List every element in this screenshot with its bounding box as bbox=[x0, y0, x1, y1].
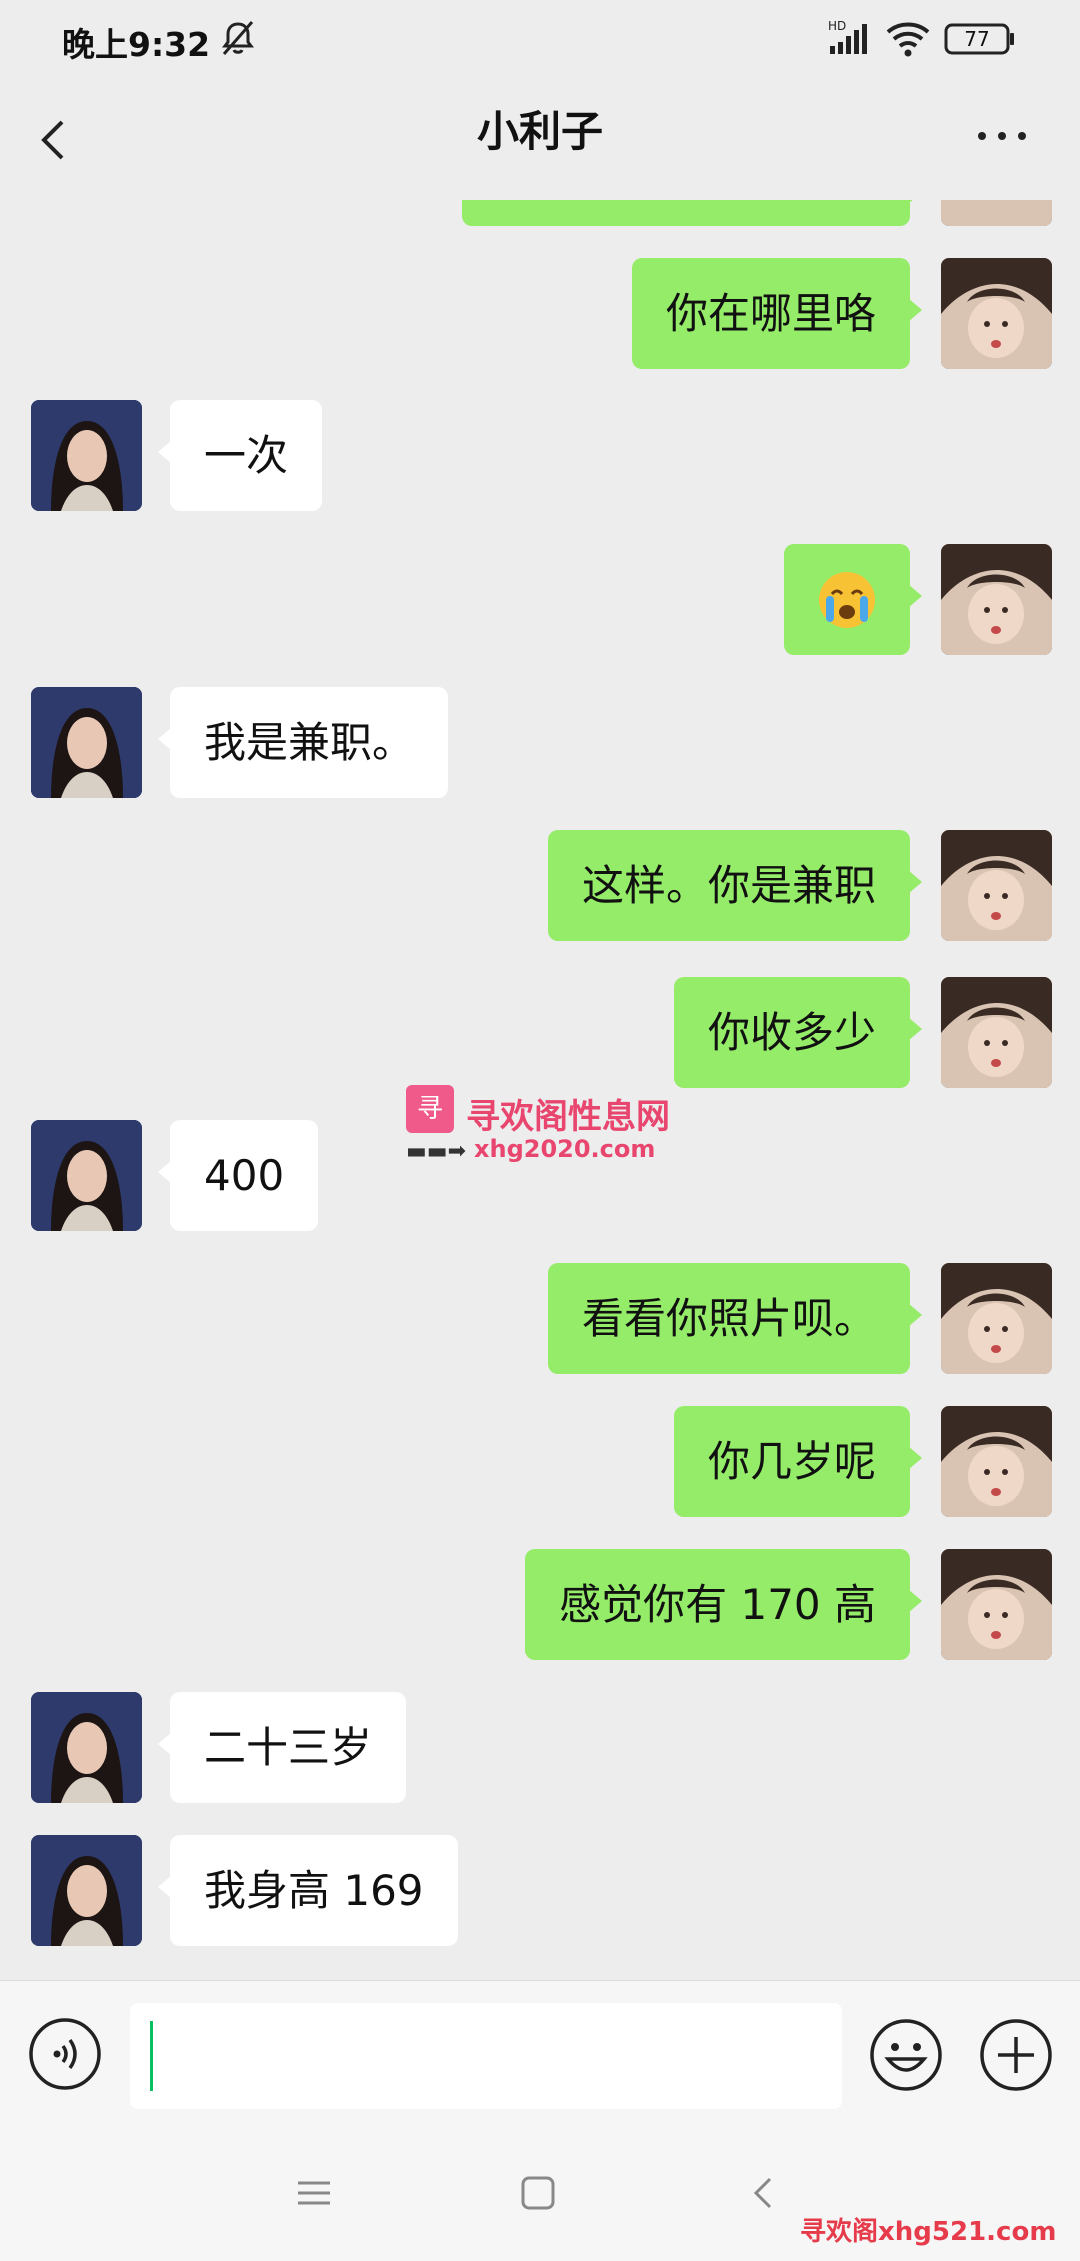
contact-avatar[interactable] bbox=[31, 400, 142, 511]
emoji-button[interactable] bbox=[868, 2017, 944, 2093]
message-bubble[interactable]: 我是兼职。 bbox=[157, 687, 449, 798]
contact-avatar[interactable] bbox=[31, 1835, 142, 1946]
watermark-logo: 寻 bbox=[406, 1085, 454, 1133]
contact-avatar[interactable] bbox=[31, 1120, 142, 1231]
message-bubble[interactable]: 400 bbox=[157, 1120, 319, 1231]
message-bubble[interactable] bbox=[784, 544, 922, 655]
my-avatar[interactable] bbox=[941, 544, 1052, 655]
system-nav-bar: 寻欢阁xhg521.com bbox=[0, 2131, 1080, 2261]
message-bubble[interactable]: 二十三岁 bbox=[157, 1692, 407, 1803]
message-bubble[interactable]: 看看你照片呗。 bbox=[547, 1263, 923, 1374]
contact-avatar[interactable] bbox=[31, 687, 142, 798]
arrow-icon: ▬▬➡ bbox=[406, 1139, 467, 1164]
back-nav-icon[interactable] bbox=[748, 2173, 778, 2213]
text-cursor bbox=[150, 2021, 153, 2091]
status-time: 晚上9:32 bbox=[62, 25, 211, 64]
wifi-icon bbox=[886, 22, 930, 57]
my-avatar[interactable] bbox=[941, 977, 1052, 1088]
message-bubble[interactable]: 你在哪里咯 bbox=[631, 258, 923, 369]
battery-level: 77 bbox=[964, 27, 990, 51]
footer-watermark: 寻欢阁xhg521.com bbox=[800, 2217, 1057, 2247]
svg-text:HD: HD bbox=[828, 19, 846, 33]
my-avatar[interactable] bbox=[941, 830, 1052, 941]
message-bubble[interactable]: 感觉你有 170 高 bbox=[525, 1549, 922, 1660]
message-bubble-partial[interactable] bbox=[462, 200, 922, 226]
input-bar bbox=[0, 1980, 1080, 2131]
battery-icon: 77 bbox=[944, 22, 1016, 56]
message-bubble[interactable]: 一次 bbox=[157, 400, 323, 511]
home-nav-icon[interactable] bbox=[518, 2173, 558, 2213]
plus-button[interactable] bbox=[978, 2017, 1054, 2093]
message-bubble[interactable]: 这样。你是兼职 bbox=[547, 830, 923, 941]
voice-button[interactable] bbox=[28, 2017, 102, 2091]
my-avatar[interactable] bbox=[941, 1549, 1052, 1660]
hd-signal-icon: HD bbox=[828, 19, 867, 54]
status-bar: 晚上9:32 HD 77 bbox=[0, 0, 1080, 80]
more-options-button[interactable] bbox=[972, 112, 1032, 160]
my-avatar[interactable] bbox=[941, 258, 1052, 369]
contact-avatar[interactable] bbox=[31, 1692, 142, 1803]
message-input[interactable] bbox=[130, 2003, 842, 2109]
mute-icon bbox=[222, 21, 254, 55]
message-bubble[interactable]: 你几岁呢 bbox=[673, 1406, 923, 1517]
message-bubble[interactable]: 我身高 169 bbox=[158, 1835, 458, 1946]
chat-title: 小利子 bbox=[476, 107, 603, 156]
my-avatar[interactable] bbox=[941, 1406, 1052, 1517]
my-avatar[interactable] bbox=[941, 200, 1052, 226]
site-watermark: 寻 寻欢阁性息网 ▬▬➡ xhg2020.com bbox=[398, 1085, 688, 1165]
chat-header: 小利子 bbox=[0, 80, 1080, 200]
my-avatar[interactable] bbox=[941, 1263, 1052, 1374]
message-bubble[interactable]: 你收多少 bbox=[673, 977, 923, 1088]
menu-nav-icon[interactable] bbox=[294, 2173, 334, 2213]
watermark-title: 寻欢阁性息网 bbox=[466, 1097, 670, 1137]
chat-screen: 晚上9:32 HD 77 小利子 你在哪里咯 一次 我是兼职。 这样。你是兼职 … bbox=[0, 0, 1080, 2261]
crying-face-icon bbox=[819, 572, 875, 628]
watermark-url: xhg2020.com bbox=[474, 1135, 656, 1163]
